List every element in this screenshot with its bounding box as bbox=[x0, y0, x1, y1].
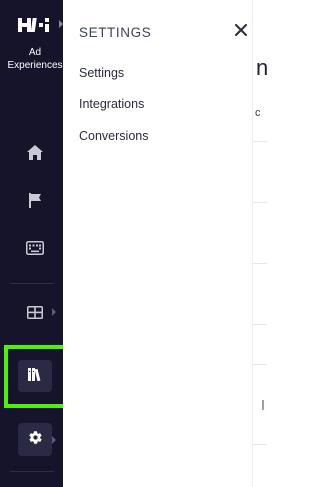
background-heading-fragment: n bbox=[256, 56, 267, 80]
app-name: Ad Experiences bbox=[7, 47, 63, 71]
background-text-fragment: c bbox=[255, 107, 261, 119]
background-row-divider bbox=[253, 444, 267, 445]
highlight-frame-left bbox=[4, 345, 8, 408]
settings-flyout: SETTINGS Settings Integrations Conversio… bbox=[63, 0, 252, 487]
background-row-divider bbox=[253, 141, 267, 142]
background-row-divider bbox=[253, 324, 267, 325]
close-button[interactable] bbox=[233, 24, 249, 40]
menu-item-integrations[interactable]: Integrations bbox=[79, 97, 144, 111]
close-icon bbox=[235, 23, 247, 41]
background-page-edge: n c bbox=[252, 0, 267, 487]
logo-icon[interactable] bbox=[18, 16, 52, 34]
flag-icon[interactable] bbox=[22, 187, 48, 213]
app-window: Ad Experiences SETTINGS Settings Integra… bbox=[0, 0, 267, 487]
nav-divider bbox=[10, 283, 54, 284]
grid-icon[interactable] bbox=[22, 299, 48, 325]
gear-icon bbox=[28, 430, 43, 450]
settings-button[interactable] bbox=[18, 423, 52, 456]
library-icon bbox=[28, 367, 42, 386]
library-button[interactable] bbox=[18, 360, 52, 392]
background-cursor-mark bbox=[262, 400, 264, 410]
keyboard-icon[interactable] bbox=[22, 235, 48, 261]
settings-expand-caret-icon[interactable] bbox=[52, 436, 56, 444]
highlight-frame-top bbox=[4, 345, 66, 349]
panel-title: SETTINGS bbox=[79, 25, 152, 40]
background-row-divider bbox=[253, 263, 267, 264]
nav-divider bbox=[10, 471, 54, 472]
menu-item-settings[interactable]: Settings bbox=[79, 66, 124, 80]
grid-expand-caret-icon[interactable] bbox=[52, 308, 56, 316]
highlight-frame-bottom bbox=[4, 404, 66, 408]
menu-item-conversions[interactable]: Conversions bbox=[79, 129, 148, 143]
nav-rail: Ad Experiences bbox=[0, 0, 63, 487]
home-icon[interactable] bbox=[22, 139, 48, 165]
background-row-divider bbox=[253, 364, 267, 365]
background-row-divider bbox=[253, 202, 267, 203]
